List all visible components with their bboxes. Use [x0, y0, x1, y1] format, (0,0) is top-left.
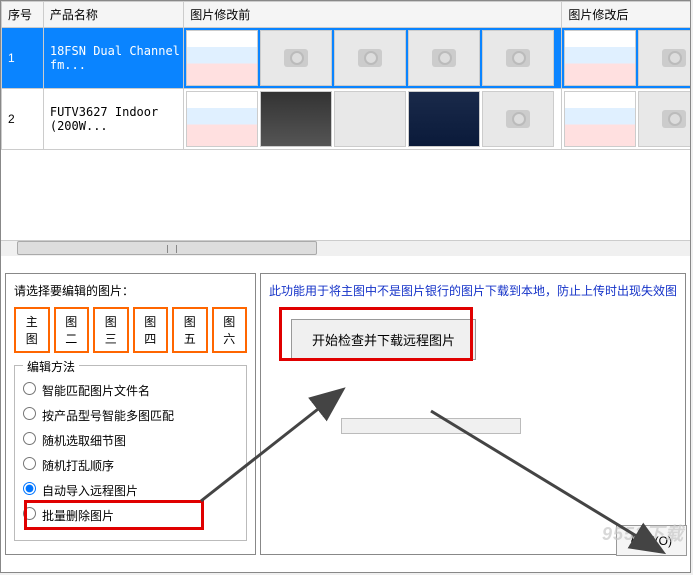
start-download-button[interactable]: 开始检查并下载远程图片	[291, 319, 476, 360]
tab-image-6[interactable]: 图六	[212, 307, 248, 353]
placeholder-icon	[638, 30, 690, 86]
radio-label: 智能匹配图片文件名	[42, 384, 150, 398]
cell-after	[562, 28, 690, 89]
radio-label: 按产品型号智能多图匹配	[42, 409, 174, 423]
thumbnail-icon	[564, 91, 636, 147]
table-row[interactable]: 1 18FSN Dual Channel fm...	[2, 28, 691, 89]
thumbnail-icon	[334, 91, 406, 147]
product-table: 序号 产品名称 图片修改前 图片修改后 1 18FSN Dual Channel…	[1, 1, 690, 150]
tab-main-image[interactable]: 主图	[14, 307, 50, 353]
radio-option-5[interactable]: 批量删除图片	[23, 507, 238, 524]
table-row[interactable]: 2 FUTV3627 Indoor (200W...	[2, 89, 691, 150]
radio-label: 随机打乱顺序	[42, 459, 114, 473]
radio-option-0[interactable]: 智能匹配图片文件名	[23, 382, 238, 399]
radio-input[interactable]	[23, 482, 36, 495]
thumbnail-icon	[186, 30, 258, 86]
placeholder-icon	[260, 30, 332, 86]
radio-option-3[interactable]: 随机打乱顺序	[23, 457, 238, 474]
thumbnail-icon	[260, 91, 332, 147]
tab-image-3[interactable]: 图三	[93, 307, 129, 353]
tab-image-2[interactable]: 图二	[54, 307, 90, 353]
thumbnail-icon	[564, 30, 636, 86]
description-text: 此功能用于将主图中不是图片银行的图片下载到本地，防止上传时出现失效图	[269, 282, 677, 299]
placeholder-icon	[482, 30, 554, 86]
cell-before	[184, 89, 562, 150]
cell-after	[562, 89, 690, 150]
radio-input[interactable]	[23, 507, 36, 520]
placeholder-icon	[408, 30, 480, 86]
cell-name: 18FSN Dual Channel fm...	[43, 28, 183, 89]
tab-image-4[interactable]: 图四	[133, 307, 169, 353]
watermark: 9553下载	[602, 520, 684, 546]
table-scroll-area[interactable]: 序号 产品名称 图片修改前 图片修改后 1 18FSN Dual Channel…	[1, 1, 690, 269]
edit-method-group: 编辑方法 智能匹配图片文件名按产品型号智能多图匹配随机选取细节图随机打乱顺序自动…	[14, 365, 247, 541]
panel-title: 请选择要编辑的图片：	[14, 282, 247, 299]
placeholder-icon	[482, 91, 554, 147]
radio-label: 批量删除图片	[42, 509, 114, 523]
placeholder-icon	[638, 91, 690, 147]
radio-option-4[interactable]: 自动导入远程图片	[23, 482, 238, 499]
radio-input[interactable]	[23, 432, 36, 445]
header-after[interactable]: 图片修改后	[562, 2, 690, 28]
progress-bar	[341, 418, 521, 434]
cell-name: FUTV3627 Indoor (200W...	[43, 89, 183, 150]
tab-image-5[interactable]: 图五	[172, 307, 208, 353]
image-tabs: 主图 图二 图三 图四 图五 图六	[14, 307, 247, 353]
right-panel: 此功能用于将主图中不是图片银行的图片下载到本地，防止上传时出现失效图 开始检查并…	[260, 273, 686, 555]
header-before[interactable]: 图片修改前	[184, 2, 562, 28]
radio-label: 自动导入远程图片	[42, 484, 138, 498]
thumbnail-icon	[186, 91, 258, 147]
cell-before	[184, 28, 562, 89]
radio-option-1[interactable]: 按产品型号智能多图匹配	[23, 407, 238, 424]
cell-seq: 2	[2, 89, 44, 150]
radio-input[interactable]	[23, 382, 36, 395]
header-seq[interactable]: 序号	[2, 2, 44, 28]
fieldset-legend: 编辑方法	[23, 358, 79, 375]
thumbnail-icon	[408, 91, 480, 147]
radio-input[interactable]	[23, 457, 36, 470]
radio-input[interactable]	[23, 407, 36, 420]
horizontal-scrollbar[interactable]	[1, 240, 690, 256]
left-panel: 请选择要编辑的图片： 主图 图二 图三 图四 图五 图六 编辑方法 智能匹配图片…	[5, 273, 256, 555]
header-name[interactable]: 产品名称	[43, 2, 183, 28]
cell-seq: 1	[2, 28, 44, 89]
radio-label: 随机选取细节图	[42, 434, 126, 448]
radio-option-2[interactable]: 随机选取细节图	[23, 432, 238, 449]
placeholder-icon	[334, 30, 406, 86]
